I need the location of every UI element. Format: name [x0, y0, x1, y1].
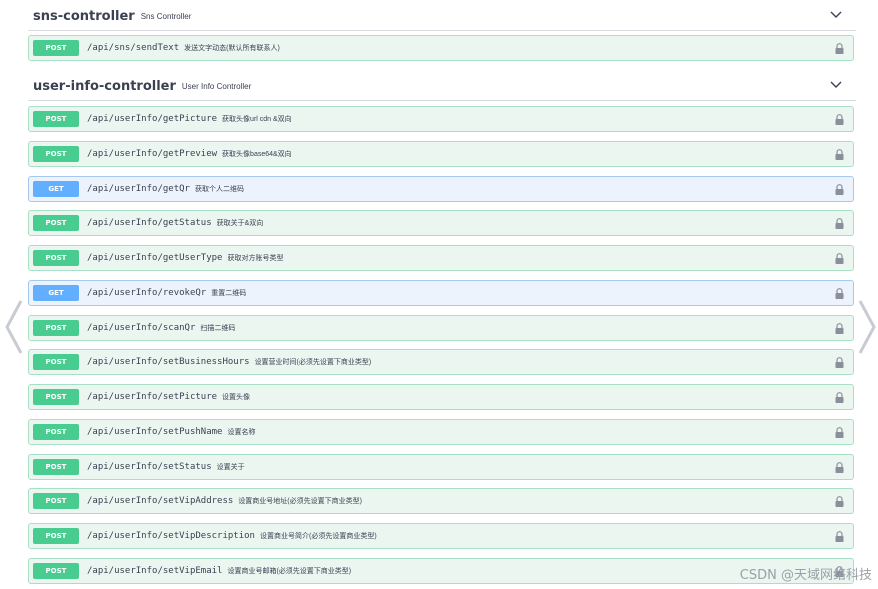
method-badge: POST	[33, 146, 79, 162]
operation-summary: 获取个人二维码	[194, 186, 244, 193]
method-badge: GET	[33, 285, 79, 301]
operation-row[interactable]: POST/api/userInfo/getStatus 获取关于&双向	[28, 210, 854, 236]
operation-path: /api/userInfo/getUserType	[87, 253, 223, 263]
lock-icon[interactable]	[835, 392, 844, 403]
lock-icon[interactable]	[835, 323, 844, 334]
method-badge: POST	[33, 424, 79, 440]
operation-row[interactable]: GET/api/userInfo/getQr 获取个人二维码	[28, 176, 854, 202]
operation-summary: 设置营业时间(必须先设置下商业类型)	[254, 359, 372, 366]
operation-summary: 发送文字动态(默认所有联系人)	[184, 45, 280, 52]
lock-icon[interactable]	[835, 462, 844, 473]
method-badge: POST	[33, 40, 79, 56]
chevron-right-icon[interactable]	[856, 297, 878, 357]
operation-summary: 设置关于	[216, 464, 245, 471]
operation-summary: 设置名称	[227, 429, 256, 436]
method-badge: POST	[33, 320, 79, 336]
method-badge: POST	[33, 528, 79, 544]
operation-row[interactable]: POST/api/userInfo/setBusinessHours 设置营业时间…	[28, 349, 854, 375]
section-description: User Info Controller	[181, 81, 252, 91]
operation-path: /api/userInfo/setBusinessHours	[87, 357, 250, 367]
method-badge: POST	[33, 250, 79, 266]
operation-summary: 设置头像	[222, 394, 251, 401]
lock-icon[interactable]	[835, 427, 844, 438]
operation-path: /api/sns/sendText	[87, 43, 180, 53]
operation-path: /api/userInfo/getQr	[87, 184, 190, 194]
section-divider	[28, 100, 856, 101]
operation-path: /api/userInfo/setPushName	[87, 427, 223, 437]
operation-row[interactable]: GET/api/userInfo/revokeQr 重置二维码	[28, 280, 854, 306]
operation-row[interactable]: POST/api/sns/sendText 发送文字动态(默认所有联系人)	[28, 35, 854, 61]
operation-path: /api/userInfo/setVipDescription	[87, 531, 255, 541]
operation-row[interactable]: POST/api/userInfo/setPushName 设置名称	[28, 419, 854, 445]
lock-icon[interactable]	[835, 218, 844, 229]
operation-summary: 获取头像base64&双向	[222, 151, 292, 158]
section-header-sns-controller[interactable]: sns-controller Sns Controller	[33, 4, 843, 28]
lock-icon[interactable]	[835, 531, 844, 542]
operation-summary: 获取头像url cdn &双向	[222, 116, 292, 123]
chevron-down-icon[interactable]	[829, 8, 843, 22]
operation-summary: 获取关于&双向	[216, 220, 264, 227]
lock-icon[interactable]	[835, 114, 844, 125]
operation-summary: 设置商业号地址(必须先设置下商业类型)	[238, 498, 362, 505]
method-badge: POST	[33, 215, 79, 231]
lock-icon[interactable]	[835, 496, 844, 507]
method-badge: GET	[33, 181, 79, 197]
operation-path: /api/userInfo/setVipAddress	[87, 496, 234, 506]
operation-row[interactable]: POST/api/userInfo/scanQr 扫描二维码	[28, 315, 854, 341]
operation-path: /api/userInfo/getPicture	[87, 114, 218, 124]
operation-path: /api/userInfo/setPicture	[87, 392, 218, 402]
operation-summary: 获取对方账号类型	[227, 255, 284, 262]
method-badge: POST	[33, 389, 79, 405]
section-header-user-info-controller[interactable]: user-info-controller User Info Controller	[33, 74, 843, 98]
method-badge: POST	[33, 493, 79, 509]
section-title: sns-controller	[33, 8, 135, 24]
operation-path: /api/userInfo/setVipEmail	[87, 566, 223, 576]
method-badge: POST	[33, 354, 79, 370]
method-badge: POST	[33, 459, 79, 475]
operation-path: /api/userInfo/getStatus	[87, 218, 212, 228]
operation-summary: 设置商业号简介(必须先设置商业类型)	[259, 533, 377, 540]
operation-row[interactable]: POST/api/userInfo/setVipDescription 设置商业号…	[28, 523, 854, 549]
section-title: user-info-controller	[33, 78, 176, 94]
chevron-left-icon[interactable]	[3, 297, 25, 357]
operation-summary: 设置商业号邮箱(必须先设置下商业类型)	[227, 568, 352, 575]
section-description: Sns Controller	[140, 11, 192, 21]
operation-path: /api/userInfo/getPreview	[87, 149, 218, 159]
operation-summary: 重置二维码	[211, 290, 247, 297]
method-badge: POST	[33, 563, 79, 579]
lock-icon[interactable]	[835, 357, 844, 368]
operation-summary: 扫描二维码	[200, 325, 236, 332]
lock-icon[interactable]	[835, 149, 844, 160]
operation-row[interactable]: POST/api/userInfo/getPreview 获取头像base64&双…	[28, 141, 854, 167]
operation-path: /api/userInfo/scanQr	[87, 323, 196, 333]
operation-row[interactable]: POST/api/userInfo/setVipAddress 设置商业号地址(必…	[28, 488, 854, 514]
operation-row[interactable]: POST/api/userInfo/getPicture 获取头像url cdn …	[28, 106, 854, 132]
chevron-down-icon[interactable]	[829, 78, 843, 92]
operation-path: /api/userInfo/setStatus	[87, 462, 212, 472]
lock-icon[interactable]	[835, 184, 844, 195]
operation-row[interactable]: POST/api/userInfo/getUserType 获取对方账号类型	[28, 245, 854, 271]
operation-row[interactable]: POST/api/userInfo/setVipEmail 设置商业号邮箱(必须先…	[28, 558, 854, 584]
lock-icon[interactable]	[835, 253, 844, 264]
lock-icon[interactable]	[835, 288, 844, 299]
lock-icon[interactable]	[835, 43, 844, 54]
operation-path: /api/userInfo/revokeQr	[87, 288, 207, 298]
section-divider	[28, 30, 856, 31]
watermark: CSDN @天域网络科技	[739, 568, 872, 583]
method-badge: POST	[33, 111, 79, 127]
operation-row[interactable]: POST/api/userInfo/setStatus 设置关于	[28, 454, 854, 480]
operation-row[interactable]: POST/api/userInfo/setPicture 设置头像	[28, 384, 854, 410]
